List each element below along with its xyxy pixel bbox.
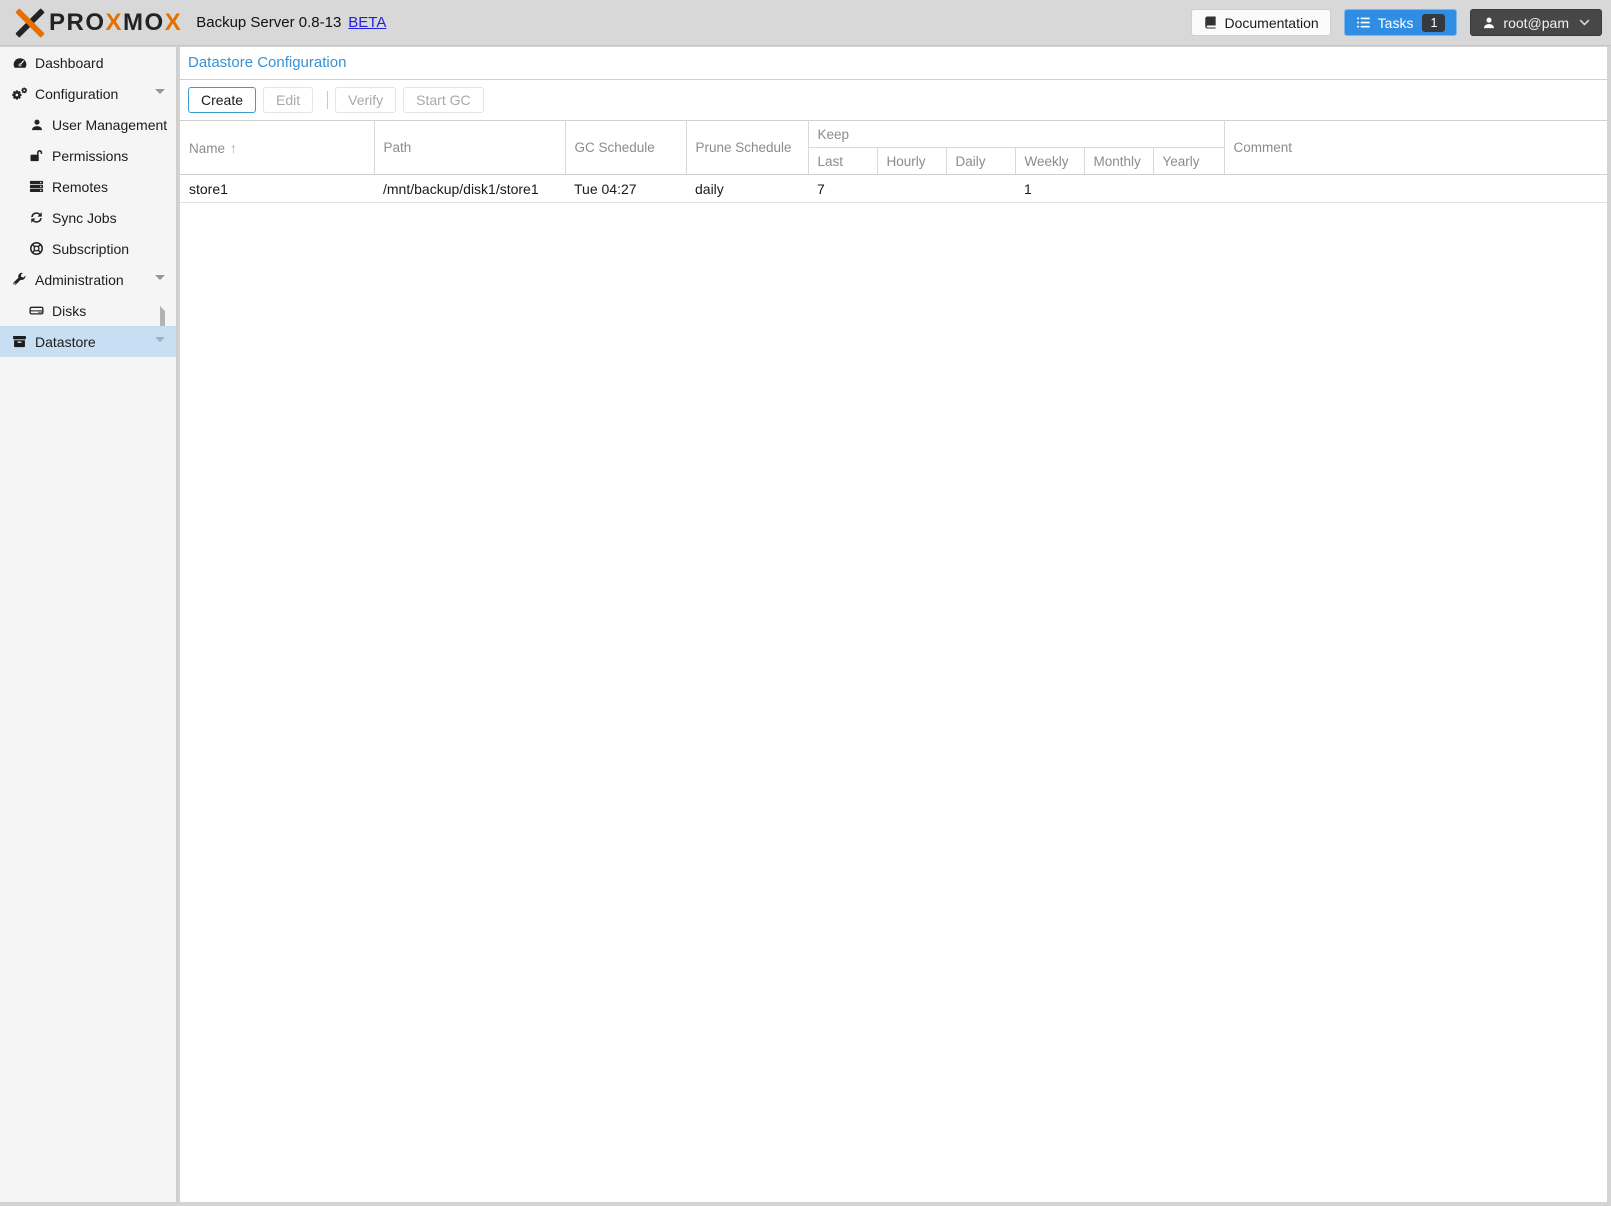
- sidebar-item-label: Configuration: [35, 86, 118, 102]
- task-list-icon: [1356, 15, 1371, 30]
- sidebar-item-label: Disks: [52, 303, 86, 319]
- proxmox-wordmark: PROXMOX: [49, 9, 182, 37]
- cell-keep-weekly: 1: [1015, 175, 1084, 203]
- sidebar-item-remotes[interactable]: Remotes: [0, 171, 176, 202]
- cell-keep-daily: [946, 175, 1015, 203]
- tasks-count-badge: 1: [1422, 14, 1445, 32]
- user-label: root@pam: [1503, 15, 1569, 31]
- expander-down-icon[interactable]: [155, 342, 165, 358]
- cell-comment: [1224, 175, 1607, 203]
- column-header-name[interactable]: Name↑: [180, 121, 374, 175]
- hard-drive-icon: [28, 303, 45, 318]
- datastore-table: Name↑ Path GC Schedule Prune Schedule Ke…: [180, 120, 1607, 203]
- sync-icon: [28, 210, 45, 225]
- column-header-prune-schedule[interactable]: Prune Schedule: [686, 121, 808, 175]
- column-header-keep-weekly[interactable]: Weekly: [1015, 148, 1084, 175]
- sidebar-item-label: Dashboard: [35, 55, 104, 71]
- table-row[interactable]: store1 /mnt/backup/disk1/store1 Tue 04:2…: [180, 175, 1607, 203]
- server-icon: [28, 179, 45, 194]
- proxmox-x-icon: [15, 8, 45, 38]
- cell-prune-schedule: daily: [686, 175, 808, 203]
- page-title: Datastore Configuration: [180, 47, 1607, 80]
- start-gc-button[interactable]: Start GC: [403, 87, 483, 113]
- column-header-path[interactable]: Path: [374, 121, 565, 175]
- sidebar-item-user-management[interactable]: User Management: [0, 109, 176, 140]
- top-header-bar: PROXMOX Backup Server 0.8-13 BETA Docume…: [0, 0, 1611, 46]
- sidebar-item-administration[interactable]: Administration: [0, 264, 176, 295]
- documentation-button[interactable]: Documentation: [1191, 9, 1331, 36]
- product-version-label: Backup Server 0.8-13: [196, 14, 341, 31]
- column-header-keep-yearly[interactable]: Yearly: [1153, 148, 1224, 175]
- sidebar-item-label: Subscription: [52, 241, 129, 257]
- chevron-down-icon: [1579, 19, 1590, 26]
- cell-keep-yearly: [1153, 175, 1224, 203]
- dashboard-icon: [11, 55, 28, 71]
- sidebar-nav: Dashboard: [0, 47, 178, 1202]
- cell-keep-hourly: [877, 175, 946, 203]
- column-header-keep-monthly[interactable]: Monthly: [1084, 148, 1153, 175]
- sidebar-item-sync-jobs[interactable]: Sync Jobs: [0, 202, 176, 233]
- cell-keep-last: 7: [808, 175, 877, 203]
- sort-ascending-icon: ↑: [230, 140, 237, 156]
- verify-button[interactable]: Verify: [335, 87, 396, 113]
- wrench-icon: [11, 272, 28, 287]
- life-ring-icon: [28, 241, 45, 256]
- expander-down-icon[interactable]: [155, 94, 165, 110]
- column-header-keep-last[interactable]: Last: [808, 148, 877, 175]
- cell-gc-schedule: Tue 04:27: [565, 175, 686, 203]
- beta-link[interactable]: BETA: [348, 14, 386, 31]
- toolbar: Create Edit Verify Start GC: [180, 80, 1607, 120]
- sidebar-item-label: User Management: [52, 117, 167, 133]
- user-menu-button[interactable]: root@pam: [1470, 9, 1602, 36]
- sidebar-item-label: Remotes: [52, 179, 108, 195]
- column-header-gc-schedule[interactable]: GC Schedule: [565, 121, 686, 175]
- expander-right-icon[interactable]: [160, 311, 165, 327]
- proxmox-logo: PROXMOX: [15, 8, 182, 38]
- edit-button[interactable]: Edit: [263, 87, 313, 113]
- column-header-keep-daily[interactable]: Daily: [946, 148, 1015, 175]
- tasks-button[interactable]: Tasks 1: [1344, 9, 1458, 36]
- sidebar-item-permissions[interactable]: Permissions: [0, 140, 176, 171]
- main-panel: Datastore Configuration Create Edit Veri…: [180, 47, 1607, 1202]
- cell-name: store1: [180, 175, 374, 203]
- expander-down-icon[interactable]: [155, 280, 165, 296]
- sidebar-item-label: Datastore: [35, 334, 96, 350]
- toolbar-separator: [327, 91, 328, 109]
- create-button[interactable]: Create: [188, 87, 256, 113]
- archive-icon: [11, 334, 28, 349]
- sidebar-item-disks[interactable]: Disks: [0, 295, 176, 326]
- column-header-comment[interactable]: Comment: [1224, 121, 1607, 175]
- sidebar-item-configuration[interactable]: Configuration: [0, 78, 176, 109]
- user-icon: [1482, 16, 1496, 30]
- column-header-keep-hourly[interactable]: Hourly: [877, 148, 946, 175]
- user-icon: [28, 118, 45, 132]
- sidebar-item-label: Administration: [35, 272, 124, 288]
- sidebar-item-dashboard[interactable]: Dashboard: [0, 47, 176, 78]
- book-icon: [1203, 15, 1218, 30]
- unlock-icon: [28, 148, 45, 163]
- sidebar-item-label: Permissions: [52, 148, 128, 164]
- column-group-keep: Keep: [808, 121, 1224, 148]
- app-window: PROXMOX Backup Server 0.8-13 BETA Docume…: [0, 0, 1611, 1206]
- documentation-label: Documentation: [1225, 15, 1319, 31]
- sidebar-item-subscription[interactable]: Subscription: [0, 233, 176, 264]
- cell-keep-monthly: [1084, 175, 1153, 203]
- sidebar-item-label: Sync Jobs: [52, 210, 117, 226]
- tasks-label: Tasks: [1378, 15, 1414, 31]
- sidebar-item-datastore[interactable]: Datastore: [0, 326, 176, 357]
- cell-path: /mnt/backup/disk1/store1: [374, 175, 565, 203]
- gears-icon: [11, 86, 28, 102]
